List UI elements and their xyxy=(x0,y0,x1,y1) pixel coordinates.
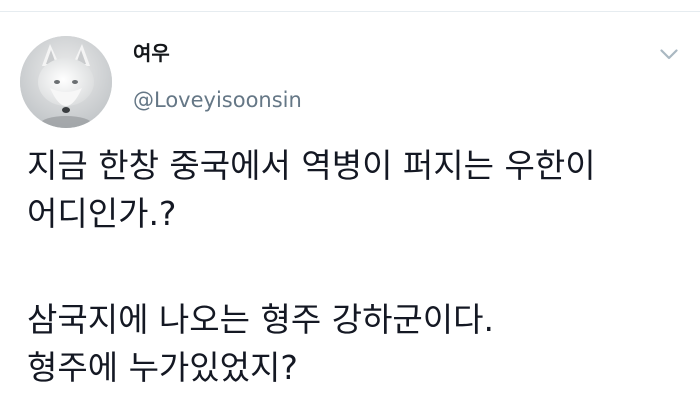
tweet-text-line: 어디인가.? xyxy=(27,194,177,233)
author-handle[interactable]: @Loveyisoonsin xyxy=(133,86,302,114)
tweet-text: 지금 한창 중국에서 역병이 퍼지는 우한이 어디인가.? 삼국지에 나오는 형… xyxy=(27,142,687,392)
author-display-name[interactable]: 여우 xyxy=(133,39,170,67)
tweet-text-line: 지금 한창 중국에서 역병이 퍼지는 우한이 xyxy=(27,146,596,185)
chevron-down-icon[interactable] xyxy=(654,42,684,66)
tweet-card: 여우 @Loveyisoonsin 지금 한창 중국에서 역병이 퍼지는 우한이… xyxy=(0,12,700,415)
fox-avatar-icon[interactable] xyxy=(20,36,112,128)
tweet-text-line: 형주에 누가있었지? xyxy=(27,348,298,387)
tweet-text-line: 삼국지에 나오는 형주 강하군이다. xyxy=(27,300,494,339)
